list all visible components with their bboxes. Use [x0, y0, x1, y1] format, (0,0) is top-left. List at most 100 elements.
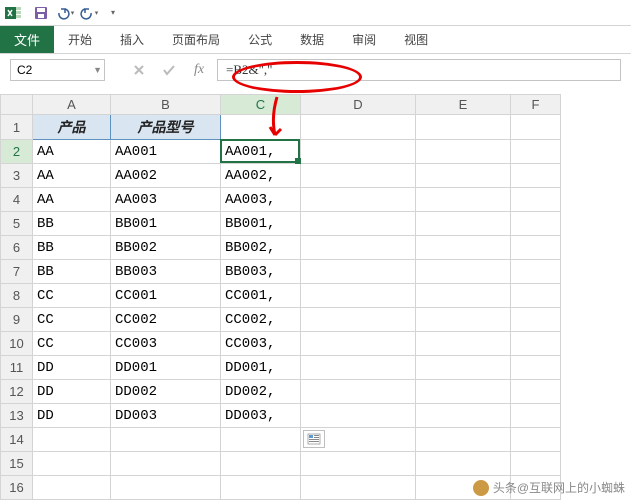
cell-C15[interactable]	[221, 452, 301, 476]
cell-F5[interactable]	[511, 212, 561, 236]
cell-F13[interactable]	[511, 404, 561, 428]
row-header[interactable]: 14	[1, 428, 33, 452]
cell-E11[interactable]	[416, 356, 511, 380]
row-header[interactable]: 15	[1, 452, 33, 476]
cell-B3[interactable]: AA002	[111, 164, 221, 188]
cell-F4[interactable]	[511, 188, 561, 212]
tab-review[interactable]: 审阅	[338, 26, 390, 53]
cell-C11[interactable]: DD001,	[221, 356, 301, 380]
cell-F14[interactable]	[511, 428, 561, 452]
cell-E6[interactable]	[416, 236, 511, 260]
col-header-F[interactable]: F	[511, 95, 561, 115]
cell-E10[interactable]	[416, 332, 511, 356]
cell-D10[interactable]	[301, 332, 416, 356]
name-box[interactable]: C2 ▼	[10, 59, 105, 81]
cell-B7[interactable]: BB003	[111, 260, 221, 284]
cancel-formula-button[interactable]	[127, 59, 151, 81]
cell-E15[interactable]	[416, 452, 511, 476]
cell-A12[interactable]: DD	[33, 380, 111, 404]
cell-E4[interactable]	[416, 188, 511, 212]
cell-B12[interactable]: DD002	[111, 380, 221, 404]
cell-D4[interactable]	[301, 188, 416, 212]
cell-F11[interactable]	[511, 356, 561, 380]
cell-F10[interactable]	[511, 332, 561, 356]
cell-D3[interactable]	[301, 164, 416, 188]
cell-C14[interactable]	[221, 428, 301, 452]
cell-A1[interactable]: 产品	[33, 115, 111, 140]
row-header[interactable]: 11	[1, 356, 33, 380]
cell-A3[interactable]: AA	[33, 164, 111, 188]
row-header[interactable]: 13	[1, 404, 33, 428]
col-header-A[interactable]: A	[33, 95, 111, 115]
cell-F8[interactable]	[511, 284, 561, 308]
insert-function-button[interactable]: fx	[187, 59, 211, 81]
col-header-B[interactable]: B	[111, 95, 221, 115]
row-header[interactable]: 10	[1, 332, 33, 356]
tab-view[interactable]: 视图	[390, 26, 442, 53]
cell-E2[interactable]	[416, 140, 511, 164]
cell-E13[interactable]	[416, 404, 511, 428]
cell-C8[interactable]: CC001,	[221, 284, 301, 308]
cell-D11[interactable]	[301, 356, 416, 380]
cell-D9[interactable]	[301, 308, 416, 332]
cell-A10[interactable]: CC	[33, 332, 111, 356]
cell-F3[interactable]	[511, 164, 561, 188]
cell-E8[interactable]	[416, 284, 511, 308]
row-header[interactable]: 9	[1, 308, 33, 332]
cell-C10[interactable]: CC003,	[221, 332, 301, 356]
cell-F1[interactable]	[511, 115, 561, 140]
cell-D15[interactable]	[301, 452, 416, 476]
tab-formulas[interactable]: 公式	[234, 26, 286, 53]
cell-B2[interactable]: AA001	[111, 140, 221, 164]
tab-home[interactable]: 开始	[54, 26, 106, 53]
cell-B6[interactable]: BB002	[111, 236, 221, 260]
cell-A14[interactable]	[33, 428, 111, 452]
cell-D6[interactable]	[301, 236, 416, 260]
select-all-corner[interactable]	[1, 95, 33, 115]
save-button[interactable]	[30, 2, 52, 24]
cell-F12[interactable]	[511, 380, 561, 404]
cell-A13[interactable]: DD	[33, 404, 111, 428]
cell-A8[interactable]: CC	[33, 284, 111, 308]
cell-B15[interactable]	[111, 452, 221, 476]
cell-B11[interactable]: DD001	[111, 356, 221, 380]
cell-D1[interactable]	[301, 115, 416, 140]
cell-D16[interactable]	[301, 476, 416, 500]
cell-C3[interactable]: AA002,	[221, 164, 301, 188]
cell-E14[interactable]	[416, 428, 511, 452]
cell-D7[interactable]	[301, 260, 416, 284]
row-header[interactable]: 6	[1, 236, 33, 260]
undo-button[interactable]: ▾	[54, 2, 76, 24]
cell-C9[interactable]: CC002,	[221, 308, 301, 332]
cell-A4[interactable]: AA	[33, 188, 111, 212]
cell-C7[interactable]: BB003,	[221, 260, 301, 284]
cell-E12[interactable]	[416, 380, 511, 404]
col-header-E[interactable]: E	[416, 95, 511, 115]
cell-D2[interactable]	[301, 140, 416, 164]
cell-E5[interactable]	[416, 212, 511, 236]
cell-A6[interactable]: BB	[33, 236, 111, 260]
cell-C13[interactable]: DD003,	[221, 404, 301, 428]
tab-insert[interactable]: 插入	[106, 26, 158, 53]
formula-input[interactable]: =B2&","	[217, 59, 621, 81]
cell-B14[interactable]	[111, 428, 221, 452]
row-header[interactable]: 2	[1, 140, 33, 164]
name-box-dropdown-icon[interactable]: ▼	[93, 65, 102, 75]
cell-D13[interactable]	[301, 404, 416, 428]
row-header[interactable]: 7	[1, 260, 33, 284]
cell-B9[interactable]: CC002	[111, 308, 221, 332]
cell-D12[interactable]	[301, 380, 416, 404]
cell-A11[interactable]: DD	[33, 356, 111, 380]
cell-F9[interactable]	[511, 308, 561, 332]
cell-B5[interactable]: BB001	[111, 212, 221, 236]
cell-A2[interactable]: AA	[33, 140, 111, 164]
autofill-options-button[interactable]	[303, 430, 325, 448]
cell-B10[interactable]: CC003	[111, 332, 221, 356]
row-header[interactable]: 5	[1, 212, 33, 236]
cell-B13[interactable]: DD003	[111, 404, 221, 428]
tab-pagelayout[interactable]: 页面布局	[158, 26, 234, 53]
customize-qat-button[interactable]: ▾	[102, 2, 124, 24]
cell-C2[interactable]: AA001,	[221, 140, 301, 164]
cell-C12[interactable]: DD002,	[221, 380, 301, 404]
row-header[interactable]: 4	[1, 188, 33, 212]
